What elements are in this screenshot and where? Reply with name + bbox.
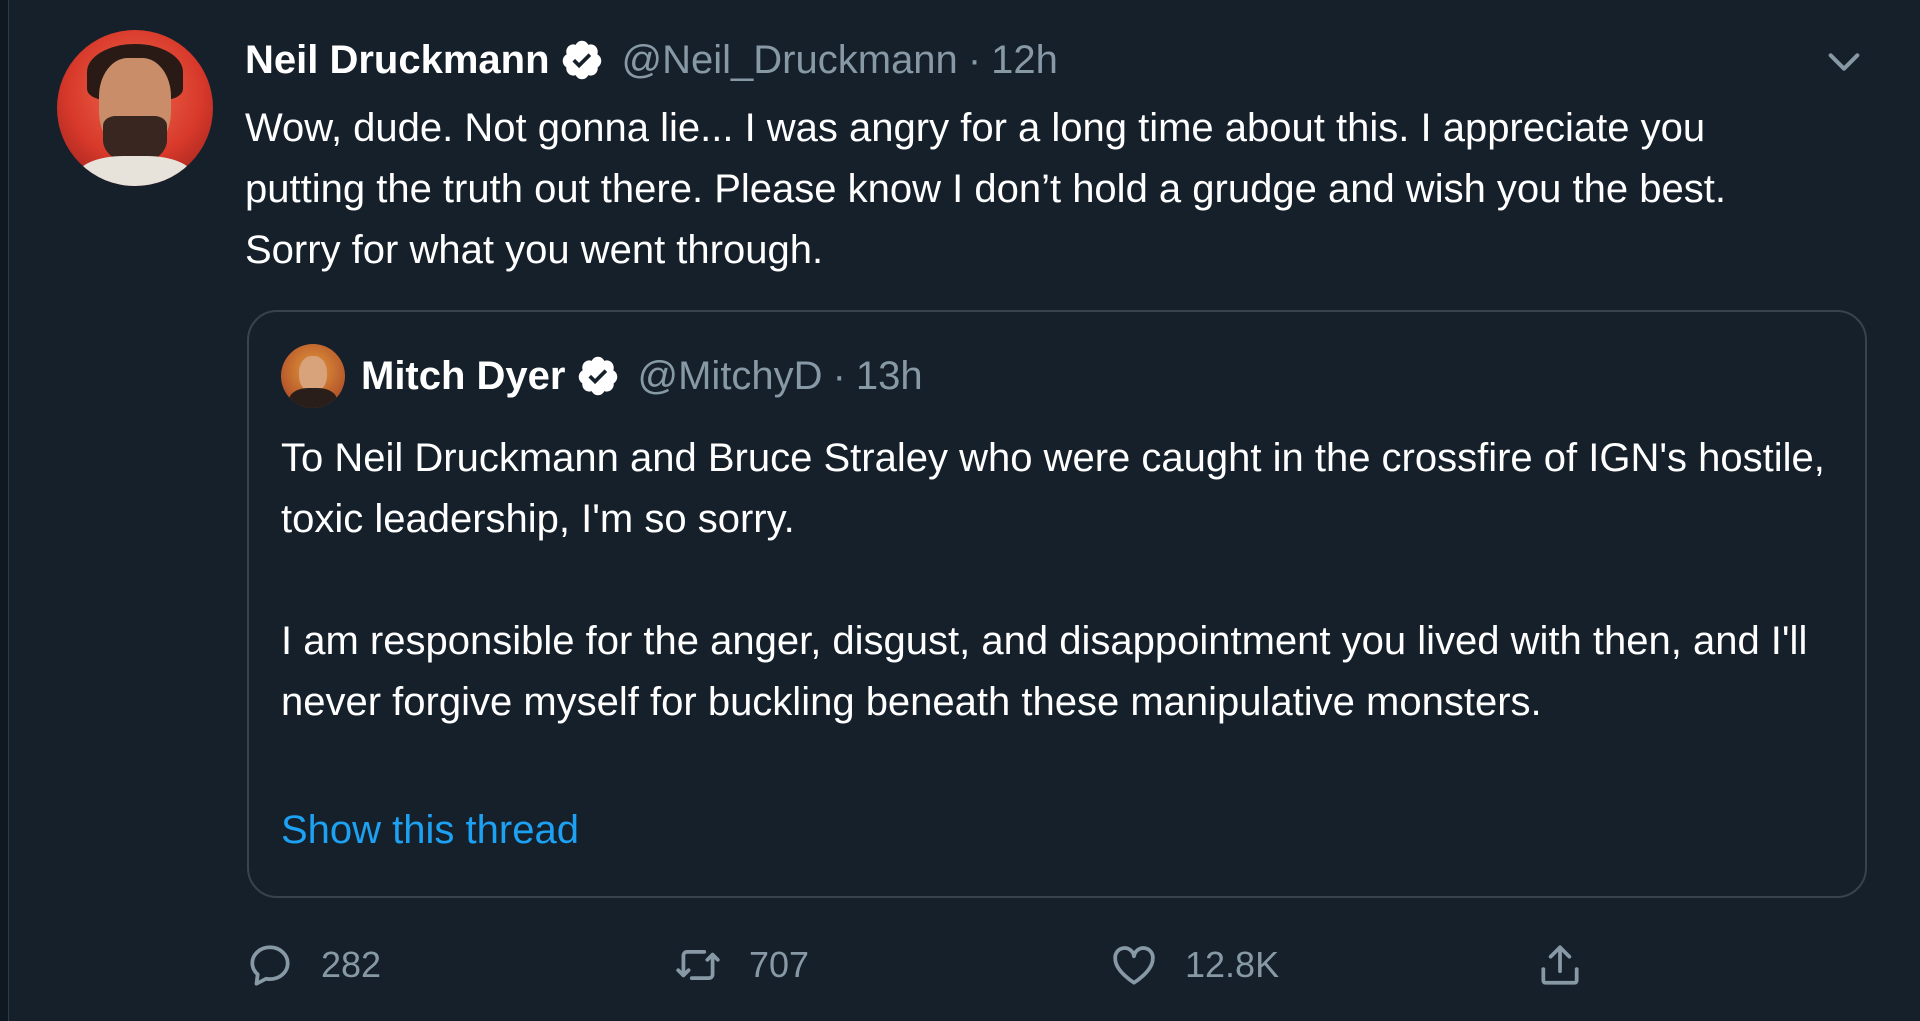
reply-count: 282 <box>321 944 382 985</box>
share-icon <box>1541 945 1579 985</box>
retweet-button[interactable]: 707 <box>673 930 809 1000</box>
quoted-avatar-body <box>289 388 337 408</box>
show-thread-link[interactable]: Show this thread <box>281 808 579 853</box>
quoted-tweet-text: To Neil Druckmann and Bruce Straley who … <box>281 428 1841 733</box>
quoted-tweet-card[interactable]: Mitch Dyer @MitchyD · 13h To Neil Druckm… <box>247 310 1867 898</box>
verified-badge-icon <box>560 38 604 82</box>
tweet-text: Wow, dude. Not gonna lie... I was angry … <box>245 106 1726 272</box>
author-avatar[interactable] <box>57 30 213 186</box>
quoted-author-avatar[interactable] <box>281 344 345 408</box>
quoted-author-handle: @MitchyD <box>637 353 823 398</box>
reply-icon <box>250 945 290 986</box>
quoted-tweet-timestamp: 13h <box>855 353 923 398</box>
quoted-avatar-face <box>299 356 327 392</box>
tweet-action-bar: 282 707 12.8K <box>245 930 1605 1000</box>
quoted-author-display-name: Mitch Dyer <box>361 353 566 398</box>
tweet-header: Neil Druckmann @Neil_Druckmann · 12h <box>245 30 1058 90</box>
author-handle[interactable]: @Neil_Druckmann <box>622 38 958 83</box>
verified-badge-icon <box>576 354 620 398</box>
separator-dot: · <box>967 37 982 82</box>
quoted-paragraph: To Neil Druckmann and Bruce Straley who … <box>281 436 1825 541</box>
avatar-shirt <box>77 156 193 186</box>
tweet-timestamp[interactable]: 12h <box>991 38 1058 83</box>
heart-icon <box>1113 946 1155 985</box>
retweet-icon <box>676 950 720 980</box>
quoted-paragraph: I am responsible for the anger, disgust,… <box>281 619 1808 724</box>
left-column-border <box>0 0 9 1021</box>
quoted-tweet-header: Mitch Dyer @MitchyD · 13h <box>281 344 923 408</box>
like-button[interactable]: 12.8K <box>1109 930 1279 1000</box>
author-display-name[interactable]: Neil Druckmann <box>245 38 550 83</box>
reply-button[interactable]: 282 <box>245 930 381 1000</box>
quoted-separator-dot: · <box>832 353 846 398</box>
like-count: 12.8K <box>1185 944 1280 985</box>
chevron-down-icon[interactable] <box>1824 42 1864 82</box>
share-button[interactable] <box>1535 930 1611 1000</box>
retweet-count: 707 <box>749 944 810 985</box>
